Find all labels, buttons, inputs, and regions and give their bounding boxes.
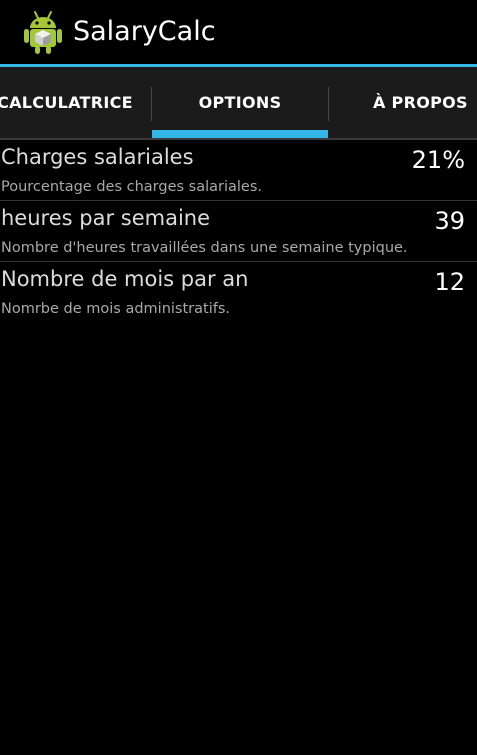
preference-heures-par-semaine[interactable]: heures par semaine Nombre d'heures trava… (0, 201, 477, 262)
android-robot-icon[interactable] (22, 9, 64, 55)
tab-strip: CALCULATRICE OPTIONS À PROPOS (0, 67, 477, 138)
preference-title: heures par semaine (1, 206, 211, 230)
app-title: SalaryCalc (73, 16, 216, 47)
preference-summary: Nomrbe de mois administratifs. (1, 301, 230, 317)
tab-a-propos[interactable]: À PROPOS (328, 67, 477, 138)
preference-charges-salariales[interactable]: Charges salariales Pourcentage des charg… (0, 140, 477, 201)
preference-title: Charges salariales (1, 145, 194, 169)
preference-value: 21% (411, 146, 465, 174)
preference-value: 39 (434, 207, 465, 235)
tab-calculatrice[interactable]: CALCULATRICE (0, 67, 152, 138)
preference-title: Nombre de mois par an (1, 267, 249, 291)
selected-tab-indicator (152, 130, 328, 138)
tab-options[interactable]: OPTIONS (152, 67, 328, 138)
preference-summary: Nombre d'heures travaillées dans une sem… (1, 240, 408, 256)
preference-summary: Pourcentage des charges salariales. (1, 179, 262, 195)
preference-value: 12 (434, 268, 465, 296)
action-bar: SalaryCalc (0, 0, 477, 64)
preference-list: Charges salariales Pourcentage des charg… (0, 140, 477, 322)
preference-mois-par-an[interactable]: Nombre de mois par an Nomrbe de mois adm… (0, 262, 477, 322)
